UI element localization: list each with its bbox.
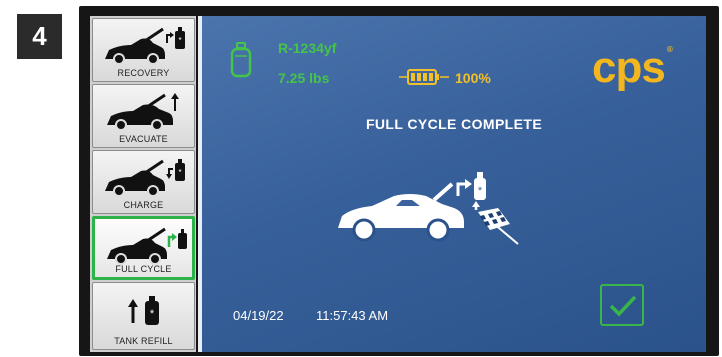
car-charge-icon: * xyxy=(105,159,185,197)
date-display: 04/19/22 xyxy=(233,308,284,323)
car-full-cycle-icon xyxy=(107,227,187,265)
brand-logo-mark: ® xyxy=(666,45,673,54)
cycle-status: FULL CYCLE COMPLETE xyxy=(365,116,543,132)
car-recovery-icon: * xyxy=(105,27,185,65)
tank-refill-icon: * xyxy=(128,296,159,325)
refrigerant-tank-icon xyxy=(230,42,252,78)
sidebar-item-evacuate[interactable]: EVACUATE xyxy=(92,84,195,148)
sidebar-item-full-cycle[interactable]: FULL CYCLE xyxy=(92,216,195,280)
refrigerant-type: R-1234yf xyxy=(278,40,337,56)
brand-logo-text: cps xyxy=(592,43,666,92)
sidebar-item-tank-refill[interactable]: * TANK REFILL xyxy=(92,282,195,350)
confirm-button[interactable] xyxy=(600,284,644,326)
main-screen: R-1234yf 7.25 lbs 100% cps ® FULL CYCLE C… xyxy=(202,16,706,352)
brand-logo: cps ® xyxy=(592,43,673,92)
svg-text:*: * xyxy=(178,168,181,177)
battery-percent: 100% xyxy=(455,70,491,86)
checkmark-icon xyxy=(609,295,637,317)
sidebar-item-label: RECOVERY xyxy=(117,68,170,78)
svg-text:*: * xyxy=(178,36,181,45)
sidebar: * RECOVERY EVACUATE * CHARGE FULL CYCLE … xyxy=(90,16,196,352)
tank-weight: 7.25 lbs xyxy=(278,70,330,86)
battery-icon xyxy=(399,69,449,85)
sidebar-item-charge[interactable]: * CHARGE xyxy=(92,150,195,214)
sidebar-item-label: EVACUATE xyxy=(119,134,168,144)
step-number-badge: 4 xyxy=(17,14,62,59)
svg-text:*: * xyxy=(150,308,155,320)
car-finish-flag-icon: * xyxy=(338,172,519,245)
sidebar-item-label: TANK REFILL xyxy=(114,336,173,346)
sidebar-item-label: FULL CYCLE xyxy=(115,264,172,274)
car-evacuate-icon xyxy=(107,93,179,131)
sidebar-item-recovery[interactable]: * RECOVERY xyxy=(92,18,195,82)
sidebar-item-label: CHARGE xyxy=(123,200,164,210)
svg-text:*: * xyxy=(478,185,483,197)
time-display: 11:57:43 AM xyxy=(316,308,389,323)
